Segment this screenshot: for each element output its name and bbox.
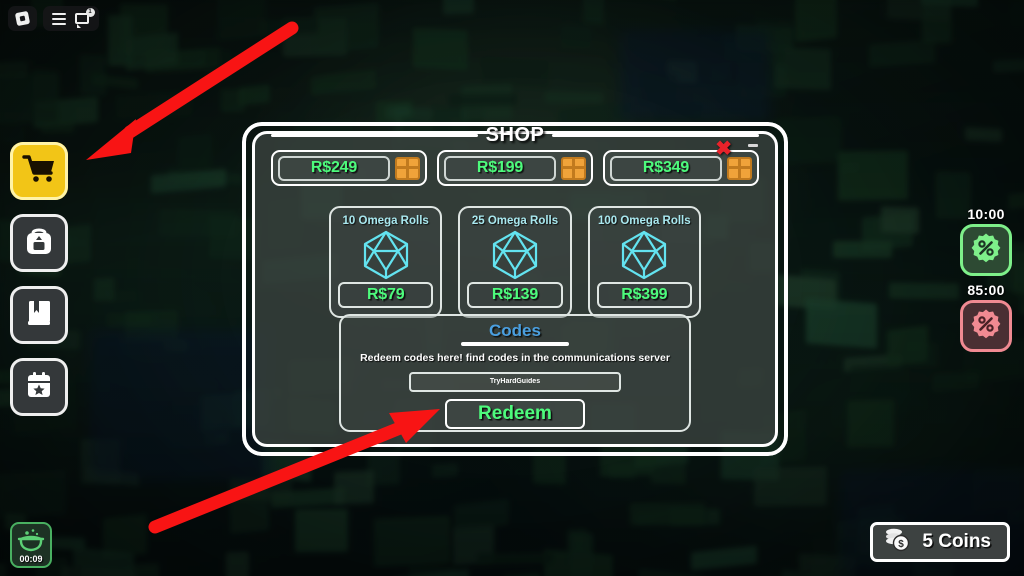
title-rule-right: [552, 133, 759, 137]
sidebar-item-shop[interactable]: [10, 142, 68, 200]
coins-label: 5 Coins: [922, 531, 991, 552]
price-chip: R$399: [596, 282, 692, 308]
percent-badge-icon: [970, 308, 1002, 345]
hamburger-menu-icon[interactable]: [51, 12, 66, 25]
d20-dice-icon: [618, 227, 670, 282]
price-chip: R$79: [338, 282, 434, 308]
sidebar-item-index[interactable]: [10, 286, 68, 344]
shopping-cart-icon: [22, 154, 56, 189]
roll-title-label: 10 Omega Rolls: [342, 215, 429, 227]
price-chip: R$249: [278, 155, 390, 181]
redeem-button-label: Redeem: [478, 402, 552, 424]
code-input[interactable]: [409, 371, 621, 392]
roblox-logo-icon: [14, 10, 31, 27]
boost-timer-label: 10:00: [967, 206, 1005, 222]
boost-timers-panel: 10:00 85:00: [960, 206, 1012, 356]
shop-panel-body: SHOP R$249 R$199 R$349 10 Omega Rolls R$…: [252, 124, 778, 447]
percent-badge-icon: [970, 232, 1002, 269]
shop-title-row: SHOP: [271, 123, 759, 146]
roll-price-label: R$79: [366, 286, 405, 303]
gift-item-card[interactable]: R$349: [603, 150, 759, 186]
roll-title-label: 100 Omega Rolls: [597, 215, 691, 227]
roll-price-label: R$139: [491, 286, 539, 303]
title-rule-left: [271, 133, 478, 137]
price-chip: R$199: [444, 155, 556, 181]
d20-dice-icon: [360, 227, 412, 282]
gift-items-row: R$249 R$199 R$349: [271, 150, 759, 186]
topbar-controls: 1: [43, 6, 99, 31]
sidebar-item-inventory[interactable]: [10, 214, 68, 272]
omega-roll-card[interactable]: 10 Omega Rolls R$79: [329, 206, 443, 318]
d20-dice-icon: [489, 227, 541, 282]
coins-display[interactable]: $ 5 Coins: [870, 522, 1010, 562]
gift-item-card[interactable]: R$249: [271, 150, 427, 186]
price-chip: R$139: [467, 282, 563, 308]
codes-heading: Codes: [489, 321, 541, 340]
codes-section: Codes Redeem codes here! find codes in t…: [339, 314, 691, 432]
boost-button-green[interactable]: [960, 224, 1012, 276]
potion-timer-widget[interactable]: 00:09: [10, 522, 52, 568]
roll-title-label: 25 Omega Rolls: [471, 215, 559, 227]
game-screen: 1 10:00 85:00 00:09 $ 5 Coins SHOP R$249…: [0, 0, 1024, 576]
chat-bubble-icon[interactable]: 1: [74, 7, 95, 28]
gift-box-icon: [395, 156, 420, 180]
boost-timer-label: 85:00: [967, 282, 1005, 298]
boost-button-red[interactable]: [960, 300, 1012, 352]
book-icon: [24, 298, 54, 333]
codes-heading-underline: [461, 342, 569, 346]
gift-box-icon: [561, 156, 586, 180]
backpack-icon: [24, 225, 54, 262]
gift-price-label: R$249: [310, 159, 358, 176]
omega-roll-card[interactable]: 100 Omega Rolls R$399: [587, 206, 701, 318]
gift-price-label: R$199: [476, 159, 524, 176]
roblox-topbar: 1: [8, 6, 99, 31]
calendar-star-icon: [24, 370, 54, 405]
coin-stack-icon: $: [883, 527, 913, 558]
codes-description: Redeem codes here! find codes in the com…: [360, 351, 670, 364]
shop-panel: SHOP R$249 R$199 R$349 10 Omega Rolls R$…: [242, 122, 788, 456]
omega-rolls-row: 10 Omega Rolls R$79 25 Omega Rolls R$139…: [329, 206, 701, 318]
gift-price-label: R$349: [642, 159, 690, 176]
close-x-icon[interactable]: ✖: [715, 139, 732, 159]
potion-timer-label: 00:09: [19, 554, 43, 564]
sidebar-item-daily-rewards[interactable]: [10, 358, 68, 416]
minimize-dash-icon[interactable]: [748, 144, 758, 147]
gift-item-card[interactable]: R$199: [437, 150, 593, 186]
omega-roll-card[interactable]: 25 Omega Rolls R$139: [458, 206, 572, 318]
left-sidebar: [10, 142, 68, 416]
page-title: SHOP: [485, 123, 545, 146]
redeem-button[interactable]: Redeem: [445, 398, 585, 429]
roll-price-label: R$399: [621, 286, 668, 303]
svg-text:$: $: [899, 539, 905, 550]
roblox-home-button[interactable]: [8, 6, 37, 31]
price-chip: R$349: [610, 155, 722, 181]
chat-unread-badge: 1: [85, 7, 95, 17]
